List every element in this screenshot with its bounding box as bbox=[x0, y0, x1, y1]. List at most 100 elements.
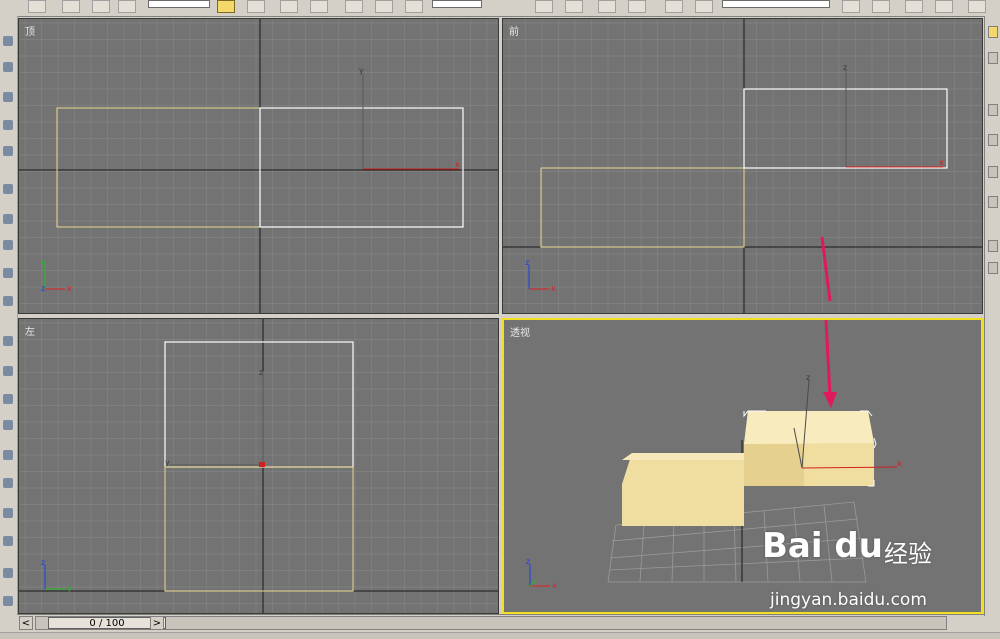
main-toolbar bbox=[0, 0, 1000, 17]
axis-tripod-icon: x z bbox=[525, 258, 556, 293]
selected-box-object[interactable] bbox=[743, 410, 877, 487]
selected-box-outline[interactable] bbox=[164, 341, 354, 468]
left-tool-icon[interactable] bbox=[3, 596, 13, 606]
viewport-top[interactable]: x y x y z 顶 bbox=[18, 18, 499, 314]
left-tool-icon[interactable] bbox=[3, 394, 13, 404]
unlink-button[interactable] bbox=[92, 0, 110, 13]
left-tool-icon[interactable] bbox=[3, 62, 13, 72]
box-object-outline[interactable] bbox=[56, 107, 261, 228]
left-tool-icon[interactable] bbox=[3, 336, 13, 346]
left-tool-icon[interactable] bbox=[3, 366, 13, 376]
bind-button[interactable] bbox=[118, 0, 136, 13]
left-tool-icon[interactable] bbox=[3, 296, 13, 306]
left-tool-icon[interactable] bbox=[3, 184, 13, 194]
viewport-left-canvas: y z y z bbox=[19, 319, 498, 613]
create-tab-icon[interactable] bbox=[988, 26, 998, 38]
link-button[interactable] bbox=[62, 0, 80, 13]
scale-icon[interactable] bbox=[405, 0, 423, 13]
utilities-tab-icon[interactable] bbox=[988, 196, 998, 208]
hierarchy-tab-icon[interactable] bbox=[988, 104, 998, 116]
left-tool-icon[interactable] bbox=[3, 214, 13, 224]
viewport-top-canvas: x y x y z bbox=[19, 19, 498, 313]
box-object-outline[interactable] bbox=[540, 167, 745, 248]
snap-toggle-button[interactable] bbox=[565, 0, 583, 13]
red-arrow-annotation bbox=[823, 320, 837, 408]
svg-text:z: z bbox=[41, 558, 45, 567]
timeline-next-button[interactable]: > bbox=[150, 616, 164, 630]
gizmo-z-label: z bbox=[806, 373, 810, 382]
viewport-top-label[interactable]: 顶 bbox=[25, 23, 35, 38]
left-tool-icon[interactable] bbox=[3, 536, 13, 546]
gizmo-z-label: z bbox=[843, 63, 847, 72]
schematic-view-button[interactable] bbox=[968, 0, 986, 13]
panel-option-icon[interactable] bbox=[988, 262, 998, 274]
left-tool-icon[interactable] bbox=[3, 120, 13, 130]
axis-tripod-icon: y z bbox=[41, 558, 72, 593]
command-panel bbox=[984, 16, 1000, 616]
motion-tab-icon[interactable] bbox=[988, 134, 998, 146]
left-tool-icon[interactable] bbox=[3, 268, 13, 278]
percent-snap-button[interactable] bbox=[628, 0, 646, 13]
rotate-icon[interactable] bbox=[375, 0, 393, 13]
axis-tripod-icon: x z bbox=[526, 557, 557, 590]
modify-tab-icon[interactable] bbox=[988, 52, 998, 64]
svg-text:z: z bbox=[525, 258, 529, 267]
select-arrow-icon[interactable] bbox=[217, 0, 235, 13]
window-crossing-button[interactable] bbox=[310, 0, 328, 13]
box-object-outline[interactable] bbox=[164, 466, 354, 592]
viewport-left-label[interactable]: 左 bbox=[25, 323, 35, 338]
pivot-button[interactable] bbox=[535, 0, 553, 13]
timeline-prev-button[interactable]: < bbox=[19, 616, 33, 630]
viewport-front-canvas: x z x z bbox=[503, 19, 982, 313]
layer-manager-button[interactable] bbox=[905, 0, 923, 13]
gizmo-center bbox=[259, 462, 265, 467]
left-tool-icon[interactable] bbox=[3, 420, 13, 430]
time-slider-track[interactable]: 0 / 100 bbox=[35, 616, 947, 630]
angle-snap-button[interactable] bbox=[598, 0, 616, 13]
left-tool-icon[interactable] bbox=[3, 478, 13, 488]
gizmo-x-label: x bbox=[455, 160, 460, 169]
gizmo-y-label: y bbox=[165, 458, 170, 467]
reference-coordinate-dropdown[interactable] bbox=[432, 0, 482, 8]
left-tool-icon[interactable] bbox=[3, 240, 13, 250]
viewport-perspective[interactable]: x z x z 透视 bbox=[502, 318, 983, 614]
svg-text:y: y bbox=[67, 584, 72, 593]
select-by-name-button[interactable] bbox=[247, 0, 265, 13]
gizmo-y-label: y bbox=[359, 66, 364, 75]
selected-box-outline[interactable] bbox=[259, 107, 464, 228]
region-select-button[interactable] bbox=[280, 0, 298, 13]
left-tool-icon[interactable] bbox=[3, 568, 13, 578]
timeline-bar: < 0 / 100 > bbox=[17, 614, 984, 633]
curve-editor-button[interactable] bbox=[935, 0, 953, 13]
left-tool-icon[interactable] bbox=[3, 450, 13, 460]
gizmo-x-label: x bbox=[897, 459, 902, 468]
edit-named-selection-button[interactable] bbox=[695, 0, 713, 13]
viewport-perspective-label[interactable]: 透视 bbox=[510, 324, 530, 339]
grid-lines bbox=[19, 19, 498, 313]
svg-text:x: x bbox=[67, 284, 72, 293]
gizmo-x-label: x bbox=[939, 158, 944, 167]
align-button[interactable] bbox=[872, 0, 890, 13]
display-tab-icon[interactable] bbox=[988, 166, 998, 178]
svg-text:x: x bbox=[552, 581, 557, 590]
move-icon[interactable] bbox=[345, 0, 363, 13]
gizmo-z-label: z bbox=[259, 368, 263, 377]
time-slider-thumb[interactable]: 0 / 100 bbox=[48, 617, 166, 629]
left-tool-icon[interactable] bbox=[3, 146, 13, 156]
left-tool-icon[interactable] bbox=[3, 36, 13, 46]
viewport-front-label[interactable]: 前 bbox=[509, 23, 519, 38]
mirror-button[interactable] bbox=[842, 0, 860, 13]
named-selection-dropdown[interactable] bbox=[722, 0, 830, 8]
viewport-perspective-canvas: x z x z bbox=[526, 320, 902, 590]
left-tool-icon[interactable] bbox=[3, 92, 13, 102]
panel-option-icon[interactable] bbox=[988, 240, 998, 252]
spinner-snap-button[interactable] bbox=[665, 0, 683, 13]
viewport-front[interactable]: x z x z 前 bbox=[502, 18, 983, 314]
box-object[interactable] bbox=[622, 453, 744, 526]
selection-filter-dropdown[interactable] bbox=[148, 0, 210, 8]
viewport-left[interactable]: y z y z 左 bbox=[18, 318, 499, 614]
svg-text:z: z bbox=[526, 557, 530, 566]
left-tool-icon[interactable] bbox=[3, 508, 13, 518]
undo-button[interactable] bbox=[28, 0, 46, 13]
svg-text:y: y bbox=[41, 258, 46, 267]
